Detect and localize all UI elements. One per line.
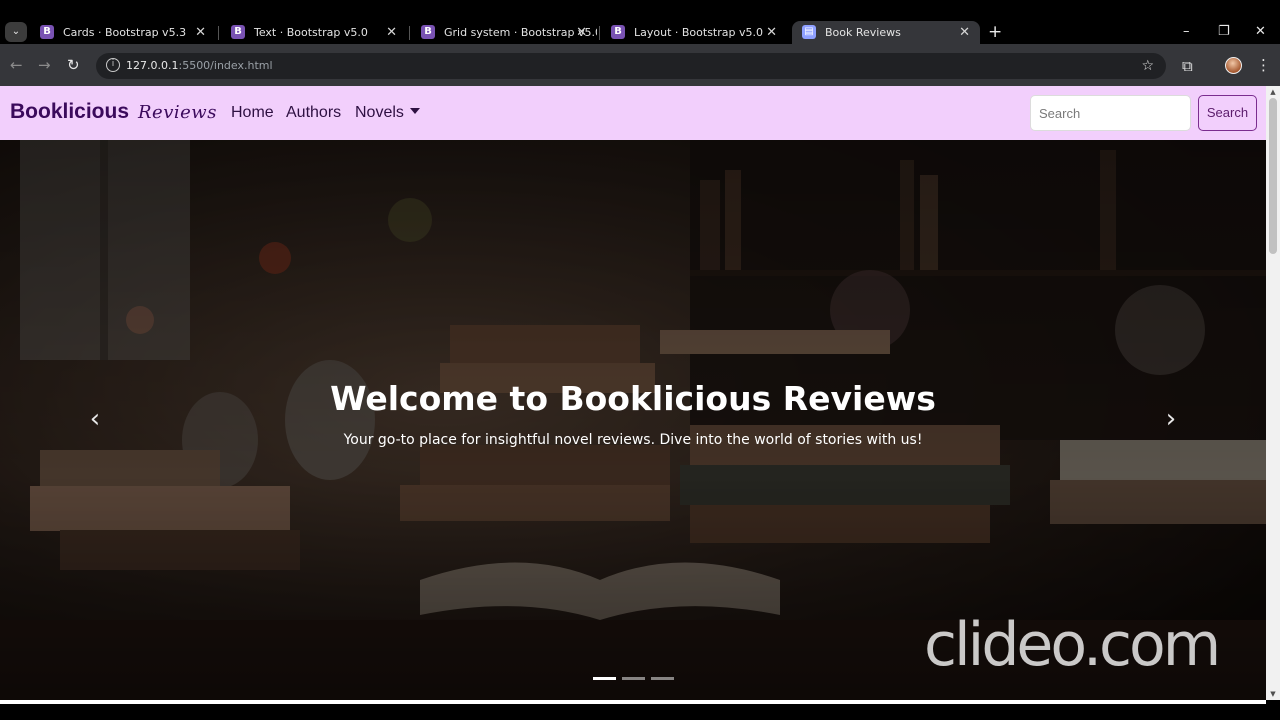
tab-close-icon[interactable]: ✕ [195,21,206,44]
site-navbar: Booklicious Reviews Home Authors Novels … [0,86,1266,140]
page-bottom-edge [0,700,1266,704]
tab-title: Text · Bootstrap v5.0 [254,26,368,39]
carousel-indicator-2[interactable] [622,677,645,680]
tab-divider [409,26,410,40]
window-minimize-icon[interactable]: – [1183,22,1190,42]
caret-down-icon [409,107,420,114]
bootstrap-favicon-icon: B [231,25,245,39]
url-text[interactable]: 127.0.0.1:5500/index.html [126,53,273,79]
back-arrow-icon[interactable]: ← [10,54,23,76]
page-scrollbar[interactable]: ▲ ▼ [1266,86,1280,700]
tab-close-icon[interactable]: ✕ [959,21,970,44]
carousel-indicator-3[interactable] [651,677,674,680]
tab-close-icon[interactable]: ✕ [576,21,587,44]
browser-toolbar: ← → ↻ i 127.0.0.1:5500/index.html ☆ ⧉ ⋮ [0,44,1280,86]
window-close-icon[interactable]: ✕ [1255,22,1266,42]
browser-tab-grid-system[interactable]: B Grid system · Bootstrap v5.0 ✕ [411,21,597,44]
bootstrap-favicon-icon: B [40,25,54,39]
forward-arrow-icon[interactable]: → [38,54,51,76]
url-host: 127.0.0.1 [126,59,179,72]
browser-tab-text[interactable]: B Text · Bootstrap v5.0 ✕ [221,21,407,44]
carousel-caption-title: Welcome to Booklicious Reviews [330,379,936,418]
browser-tab-cards[interactable]: B Cards · Bootstrap v5.3 ✕ [30,21,216,44]
bootstrap-favicon-icon: B [421,25,435,39]
tab-title: Cards · Bootstrap v5.3 [63,26,187,39]
extensions-puzzle-icon[interactable]: ⧉ [1182,56,1193,76]
carousel-caption-subtitle: Your go-to place for insightful novel re… [343,432,923,448]
browser-tab-strip: ⌄ B Cards · Bootstrap v5.3 ✕ B Text · Bo… [0,0,1280,44]
tab-close-icon[interactable]: ✕ [386,21,397,44]
profile-avatar[interactable] [1225,57,1242,74]
nav-dropdown-novels[interactable]: Novels [355,102,420,124]
nav-link-home[interactable]: Home [231,102,274,124]
nav-link-authors[interactable]: Authors [286,102,341,124]
bootstrap-favicon-icon: B [611,25,625,39]
tab-close-icon[interactable]: ✕ [766,21,777,44]
nav-link-novels-label: Novels [355,104,404,121]
site-info-icon[interactable]: i [106,58,120,72]
tab-divider [599,26,600,40]
carousel-prev-chevron-icon[interactable]: ‹ [80,404,110,434]
url-path: :5500/index.html [178,59,273,72]
brand-script-text[interactable]: Reviews [138,102,217,124]
browser-tab-book-reviews[interactable]: ▤ Book Reviews ✕ [792,21,980,44]
search-input[interactable] [1030,95,1191,131]
new-tab-button[interactable]: + [988,21,1002,43]
reload-icon[interactable]: ↻ [67,54,80,76]
browser-menu-icon[interactable]: ⋮ [1256,55,1271,75]
carousel-next-chevron-icon[interactable]: › [1156,404,1186,434]
clideo-watermark: clideo.com [924,610,1221,680]
tab-title: Grid system · Bootstrap v5.0 [444,26,597,39]
scroll-up-arrow-icon[interactable]: ▲ [1268,88,1278,96]
browser-tab-layout[interactable]: B Layout · Bootstrap v5.0 ✕ [601,21,787,44]
page-viewport: Booklicious Reviews Home Authors Novels … [0,86,1266,700]
bookmark-star-icon[interactable]: ☆ [1141,53,1154,79]
address-bar[interactable]: i 127.0.0.1:5500/index.html ☆ [96,53,1166,79]
hero-carousel: Welcome to Booklicious Reviews Your go-t… [0,140,1266,700]
carousel-indicator-1[interactable] [593,677,616,680]
tab-divider [218,26,219,40]
tab-title: Book Reviews [825,26,901,39]
scroll-down-arrow-icon[interactable]: ▼ [1268,690,1278,698]
search-button[interactable]: Search [1198,95,1257,131]
tab-search-button[interactable]: ⌄ [5,22,27,42]
tab-title: Layout · Bootstrap v5.0 [634,26,763,39]
scrollbar-thumb[interactable] [1269,98,1277,254]
page-favicon-icon: ▤ [802,25,816,39]
window-restore-icon[interactable]: ❐ [1218,22,1230,42]
brand-logo[interactable]: Booklicious [10,99,129,125]
